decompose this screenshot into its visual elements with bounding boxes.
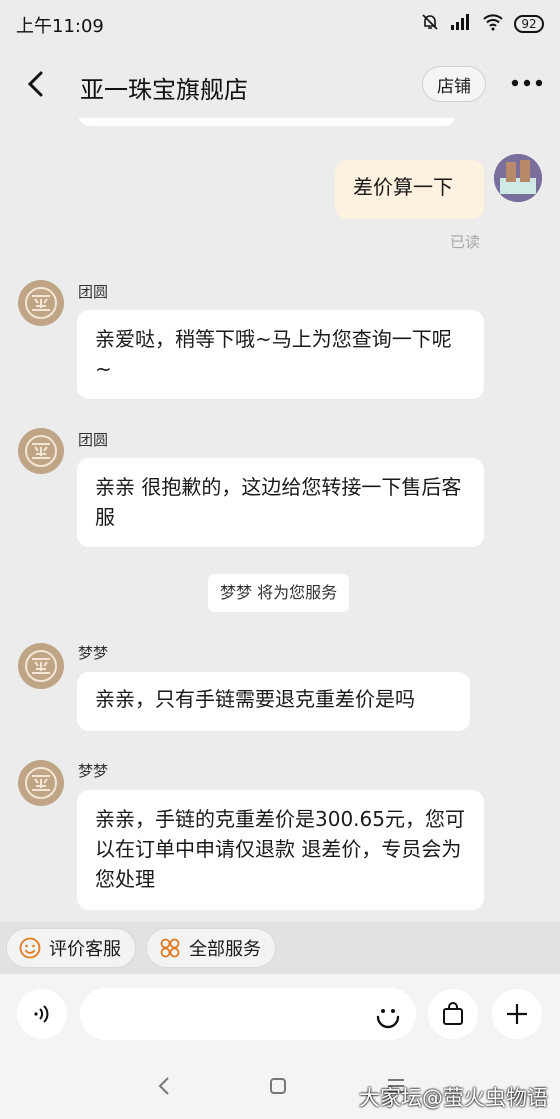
status-time: 上午11:09 [16,16,104,37]
user-avatar[interactable] [494,154,542,202]
agent-avatar[interactable] [18,643,64,689]
all-services-chip[interactable]: 全部服务 [146,928,276,968]
message-text: 亲爱哒，稍等下哦~马上为您查询一下呢~ [95,327,452,381]
add-button[interactable] [492,989,542,1039]
mute-bell-icon [420,12,440,36]
nav-home-button[interactable] [266,1074,290,1098]
self-message-bubble[interactable]: 差价算一下 [335,160,484,219]
wifi-icon [482,13,504,35]
agent-message-bubble[interactable]: 亲爱哒，稍等下哦~马上为您查询一下呢~ [77,310,484,399]
nav-back-button[interactable] [152,1074,176,1098]
plus-icon [507,1004,527,1024]
nav-back-icon [158,1077,169,1095]
message-text: 亲亲 很抱歉的，这边给您转接一下售后客服 [95,475,462,529]
input-bar [0,974,560,1054]
user-avatar-image [494,154,542,202]
quick-actions-bar: 评价客服 全部服务 [0,922,560,974]
status-icons: 92 [420,12,544,36]
agent-avatar[interactable] [18,428,64,474]
agent-message-bubble[interactable]: 亲亲 很抱歉的，这边给您转接一下售后客服 [77,458,484,547]
voice-wave-icon [34,1005,49,1023]
chat-header: 亚一珠宝旗舰店 店铺 [0,48,560,118]
agent-message-bubble[interactable]: 亲亲，手链的克重差价是300.65元，您可以在订单中申请仅退款 退差价，专员会为… [77,790,484,910]
signal-icon [450,13,472,35]
battery-indicator: 92 [514,15,544,33]
sender-name: 团圆 [78,283,109,301]
nav-home-icon [270,1078,286,1094]
sender-name: 梦梦 [78,644,109,662]
more-button[interactable] [504,66,550,100]
emoji-button[interactable] [370,998,406,1034]
store-button[interactable]: 店铺 [422,66,486,102]
message-text: 亲亲，手链的克重差价是300.65元，您可以在订单中申请仅退款 退差价，专员会为… [95,807,465,891]
chevron-left-icon [27,71,43,97]
previous-message-bubble [78,118,456,126]
chip-label: 全部服务 [189,939,261,960]
system-transfer-notice: 梦梦 将为您服务 [208,574,350,612]
back-button[interactable] [16,64,56,104]
agent-message-bubble[interactable]: 亲亲，只有手链需要退克重差价是吗 [77,672,470,731]
shopping-bag-button[interactable] [428,989,478,1039]
agent-avatar[interactable] [18,760,64,806]
shopping-bag-icon [443,1002,463,1025]
watermark: 大家坛@萤火虫物语 [359,1086,548,1110]
store-logo-icon [25,435,57,467]
more-dots-icon [511,79,543,87]
message-text: 差价算一下 [353,175,453,199]
message-text: 亲亲，只有手链需要退克重差价是吗 [95,687,415,711]
grid-flower-icon [160,938,180,958]
page-title: 亚一珠宝旗舰店 [80,76,248,104]
agent-avatar[interactable] [18,280,64,326]
emoji-icon [376,1009,400,1029]
read-receipt: 已读 [450,233,481,251]
store-logo-icon [25,767,57,799]
store-logo-icon [25,287,57,319]
chat-area[interactable]: 差价算一下 已读 团圆 亲爱哒，稍等下哦~马上为您查询一下呢~ 团圆 亲亲 很抱… [0,118,560,922]
sender-name: 团圆 [78,431,109,449]
chip-label: 评价客服 [49,939,121,960]
status-bar: 上午11:09 92 [0,0,560,48]
store-logo-icon [25,650,57,682]
voice-button[interactable] [17,989,67,1039]
sender-name: 梦梦 [78,762,109,780]
system-nav-bar: 大家坛@萤火虫物语 [0,1054,560,1119]
smiley-icon [19,937,41,959]
rate-service-chip[interactable]: 评价客服 [6,928,136,968]
message-input[interactable] [80,988,416,1040]
